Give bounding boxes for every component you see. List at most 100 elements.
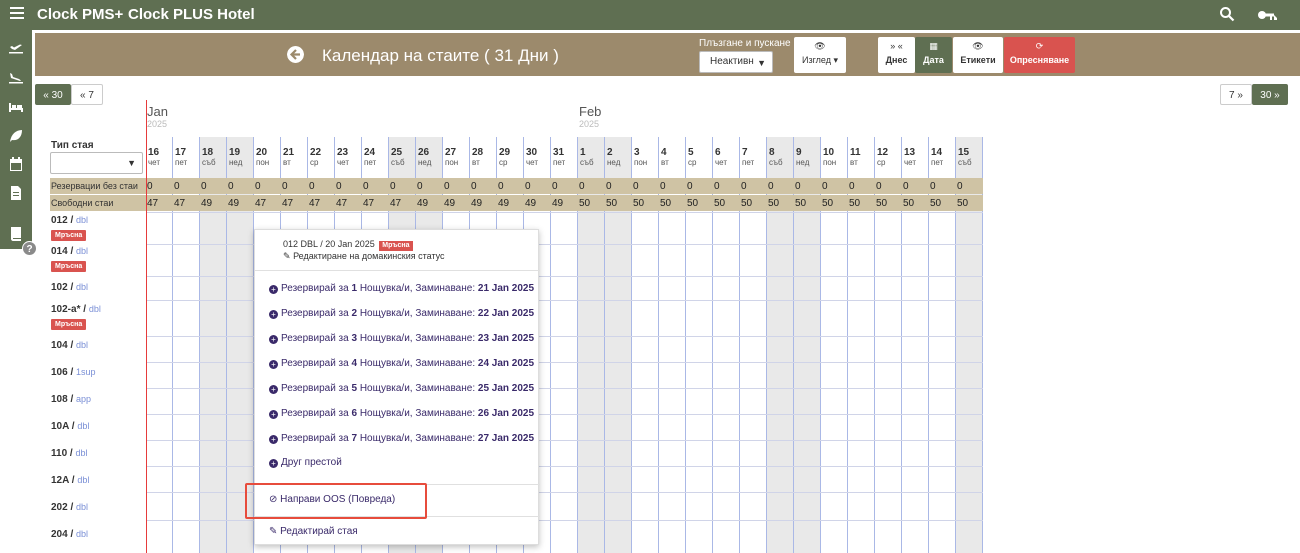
calendar-icon[interactable] (8, 156, 24, 172)
room-row[interactable]: 110 / dbl (51, 448, 88, 459)
room-number[interactable]: 102 (51, 282, 68, 293)
edit-room-item[interactable]: ✎ Редактирай стая (269, 526, 358, 537)
room-type[interactable]: dbl (89, 304, 101, 314)
room-type[interactable]: dbl (76, 246, 88, 256)
room-type[interactable]: app (76, 394, 91, 404)
back-arrow-icon[interactable] (287, 46, 304, 63)
hotel-name[interactable]: Clock PLUS Hotel (128, 6, 255, 23)
room-row[interactable]: 10A / dbl (51, 421, 89, 432)
room-type[interactable]: dbl (75, 448, 87, 458)
day-number: 10 (823, 147, 835, 158)
forward-30-button[interactable]: 30 » (1252, 84, 1288, 105)
room-type-select[interactable]: ▼ (50, 152, 143, 174)
room-type[interactable]: dbl (77, 421, 89, 431)
room-type[interactable]: 1sup (76, 367, 96, 377)
room-number[interactable]: 104 (51, 340, 68, 351)
room-type[interactable]: dbl (76, 529, 88, 539)
plane-departure-icon[interactable] (8, 39, 24, 55)
room-number[interactable]: 10A (51, 421, 69, 432)
day-number: 16 (148, 147, 160, 158)
book-icon[interactable] (8, 226, 24, 242)
departure-date: 21 Jan 2025 (477, 283, 535, 294)
room-number[interactable]: 204 (51, 529, 68, 540)
search-icon[interactable] (1219, 6, 1235, 22)
room-row[interactable]: 104 / dbl (51, 340, 88, 351)
chevron-down-icon: ▼ (757, 58, 766, 68)
room-row[interactable]: 204 / dbl (51, 529, 88, 540)
eye-icon: 👁 (814, 41, 826, 51)
free-count: 47 (390, 198, 402, 209)
dirty-badge: Мръсна (51, 230, 87, 241)
room-type[interactable]: dbl (77, 475, 89, 485)
book-nights-item[interactable]: + Резервирай за 6 Нощувка/и, Заминаване: … (269, 408, 534, 419)
book-nights-item[interactable]: + Резервирай за 3 Нощувка/и, Заминаване: … (269, 333, 534, 344)
refresh-button[interactable]: ⟳ Опресняване (1004, 37, 1075, 73)
unassigned-count: 0 (741, 181, 747, 192)
room-number[interactable]: 108 (51, 394, 68, 405)
weekday-name: пон (823, 158, 837, 167)
room-row[interactable]: 012 / dbl (51, 215, 88, 226)
month-label: Feb (579, 104, 602, 119)
departure-date: 24 Jan 2025 (477, 358, 535, 369)
room-number[interactable]: 012 (51, 215, 68, 226)
labels-button[interactable]: 👁 Етикети (953, 37, 1003, 73)
hamburger-icon[interactable] (10, 7, 24, 21)
other-stay-item[interactable]: + Друг престой (269, 457, 342, 468)
room-row[interactable]: 014 / dbl (51, 246, 88, 257)
room-number[interactable]: 102-a* (51, 304, 80, 315)
room-number[interactable]: 202 (51, 502, 68, 513)
room-row[interactable]: 108 / app (51, 394, 91, 405)
back-30-button[interactable]: « 30 (35, 84, 71, 105)
book-nights-item[interactable]: + Резервирай за 4 Нощувка/и, Заминаване: … (269, 358, 534, 369)
room-row[interactable]: 102 / dbl (51, 282, 88, 293)
book-prefix: Резервирай за (281, 383, 352, 394)
today-button[interactable]: » « Днес (878, 37, 915, 73)
plane-arrival-icon[interactable] (8, 69, 24, 85)
room-number[interactable]: 106 (51, 367, 68, 378)
unassigned-count: 0 (336, 181, 342, 192)
book-nights-item[interactable]: + Резервирай за 7 Нощувка/и, Заминаване: … (269, 433, 534, 444)
weekday-name: пон (634, 158, 648, 167)
free-count: 49 (552, 198, 564, 209)
view-button[interactable]: 👁 Изглед ▾ (794, 37, 846, 73)
day-number: 27 (445, 147, 457, 158)
row-divider (146, 212, 983, 213)
room-row[interactable]: 102-a* / dbl (51, 304, 101, 315)
drag-drop-label: Плъзгане и пускане (699, 38, 791, 49)
unassigned-count: 0 (579, 181, 585, 192)
book-middle: Нощувка/и, Заминаване: (357, 283, 478, 294)
key-icon[interactable] (1257, 7, 1277, 23)
room-number[interactable]: 014 (51, 246, 68, 257)
unassigned-count: 0 (768, 181, 774, 192)
date-button[interactable]: ▦ Дата (915, 37, 952, 73)
leaf-icon[interactable] (8, 128, 24, 144)
day-number: 22 (310, 147, 322, 158)
book-nights-item[interactable]: + Резервирай за 2 Нощувка/и, Заминаване: … (269, 308, 534, 319)
weekday-name: нед (418, 158, 432, 167)
room-type[interactable]: dbl (76, 502, 88, 512)
book-nights-item[interactable]: + Резервирай за 1 Нощувка/и, Заминаване: … (269, 283, 534, 294)
room-row[interactable]: 202 / dbl (51, 502, 88, 513)
book-middle: Нощувка/и, Заминаване: (357, 408, 478, 419)
app-brand[interactable]: Clock PMS+ (37, 6, 123, 23)
room-number[interactable]: 110 (51, 448, 67, 459)
help-icon[interactable]: ? (22, 241, 37, 256)
room-row[interactable]: 12A / dbl (51, 475, 89, 486)
date-label: Дата (923, 55, 944, 65)
room-row[interactable]: 106 / 1sup (51, 367, 96, 378)
weekday-name: пон (256, 158, 270, 167)
room-type[interactable]: dbl (76, 215, 88, 225)
forward-7-button[interactable]: 7 » (1220, 84, 1252, 105)
free-count: 49 (201, 198, 213, 209)
plus-circle-icon: + (269, 360, 278, 369)
room-number[interactable]: 12A (51, 475, 69, 486)
room-type[interactable]: dbl (76, 340, 88, 350)
drag-drop-select[interactable]: Неактивн ▼ (699, 51, 773, 73)
document-icon[interactable] (8, 185, 24, 201)
edit-housekeeping-link[interactable]: ✎ Редактиране на домакинския статус (283, 251, 445, 262)
room-type[interactable]: dbl (76, 282, 88, 292)
book-nights-item[interactable]: + Резервирай за 5 Нощувка/и, Заминаване: … (269, 383, 534, 394)
weekday-name: вт (850, 158, 858, 167)
back-7-button[interactable]: « 7 (71, 84, 103, 105)
bed-icon[interactable] (8, 99, 24, 115)
